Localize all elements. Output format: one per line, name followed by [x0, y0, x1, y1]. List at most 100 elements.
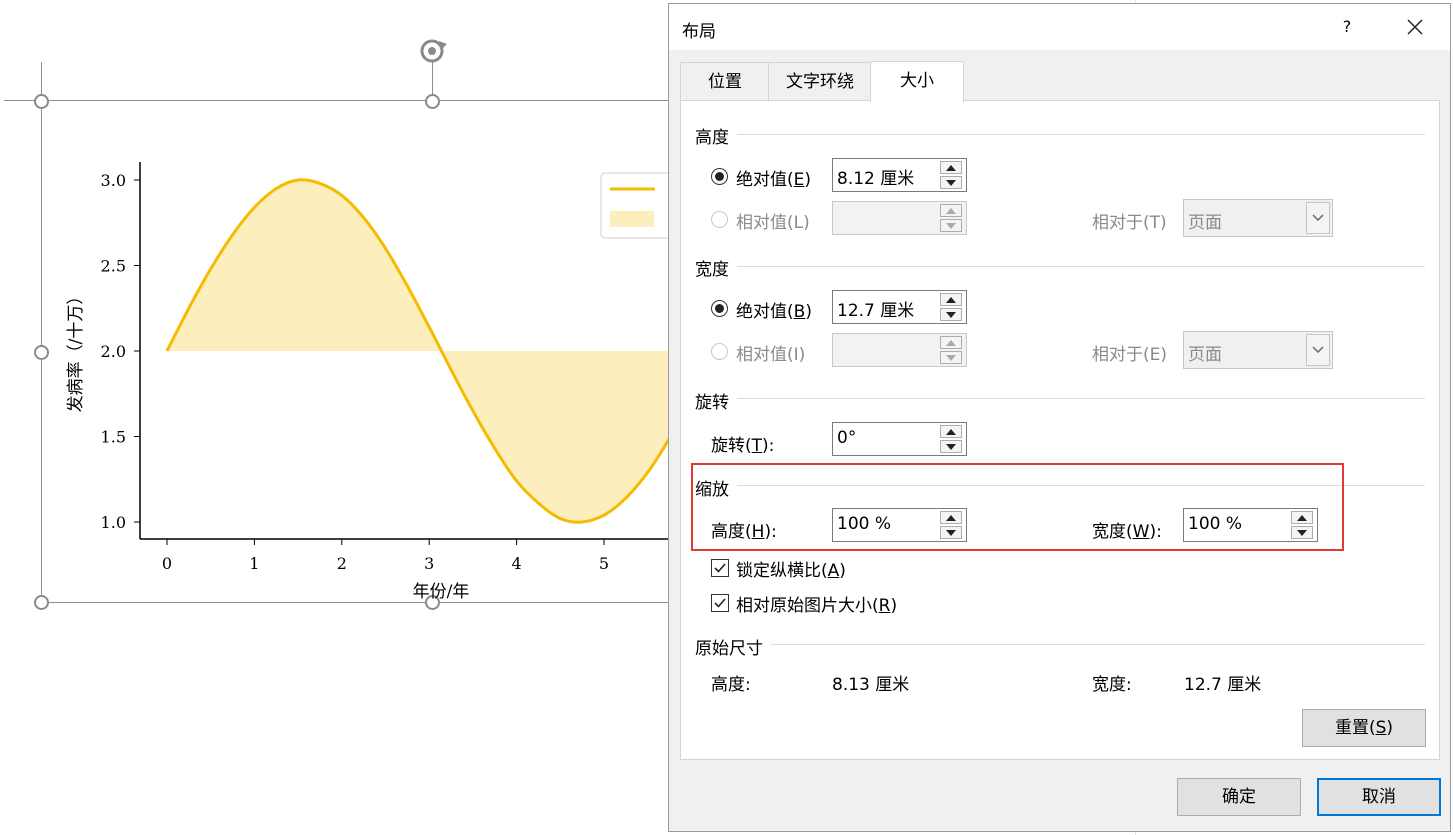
- width-absolute-down-arrow[interactable]: [940, 308, 962, 321]
- rotation-down-arrow[interactable]: [940, 440, 962, 453]
- x-tick-label: 2: [337, 554, 347, 573]
- height-absolute-up-arrow[interactable]: [940, 161, 962, 174]
- width-relative-to-dropdown[interactable]: [1306, 334, 1330, 366]
- rotation-up-arrow[interactable]: [940, 425, 962, 438]
- width-absolute-up-arrow[interactable]: [940, 293, 962, 306]
- legend-fill-swatch: [610, 211, 654, 227]
- lock-aspect-ratio-label: 锁定纵横比(A): [736, 561, 846, 581]
- width-section-divider: [737, 266, 1425, 267]
- checkmark-icon: [714, 563, 726, 573]
- height-absolute-label: 绝对值(E): [736, 170, 812, 190]
- height-absolute-stepper[interactable]: 8.12 厘米: [832, 158, 967, 192]
- height-absolute-radio[interactable]: [711, 168, 728, 185]
- x-tick-label: 5: [599, 554, 609, 573]
- rotation-value: 0°: [837, 428, 857, 448]
- width-relative-label: 相对值(I): [736, 345, 806, 365]
- scale-width-down-arrow[interactable]: [1291, 526, 1313, 539]
- cancel-button[interactable]: 取消: [1317, 778, 1441, 816]
- reset-button[interactable]: 重置(S): [1302, 709, 1426, 747]
- width-section-title: 宽度: [695, 260, 729, 280]
- x-tick-label: 1: [249, 554, 259, 573]
- legend: [600, 172, 668, 239]
- height-relative-up-arrow[interactable]: [940, 204, 962, 217]
- width-relative-to-label: 相对于(E): [1092, 345, 1168, 365]
- legend-box: [600, 172, 668, 239]
- scale-width-label: 宽度(W):: [1092, 522, 1162, 542]
- original-size-section-divider: [771, 644, 1425, 645]
- height-relative-stepper[interactable]: [832, 201, 967, 235]
- tab-text-wrapping-label: 文字环绕: [786, 72, 854, 92]
- scale-width-stepper[interactable]: 100 %: [1183, 508, 1318, 542]
- y-tick-label: 1.5: [101, 428, 126, 447]
- series-fill-area: [167, 180, 668, 522]
- height-relative-to-select[interactable]: 页面: [1183, 199, 1333, 237]
- scale-width-value: 100 %: [1188, 514, 1243, 534]
- width-relative-up-arrow[interactable]: [940, 336, 962, 349]
- tab-position[interactable]: 位置: [680, 62, 770, 101]
- width-absolute-label: 绝对值(B): [736, 302, 812, 322]
- x-tick-label: 4: [512, 554, 522, 573]
- height-section-title: 高度: [695, 128, 729, 148]
- close-icon: [1407, 19, 1423, 35]
- tab-position-label: 位置: [708, 72, 742, 92]
- height-relative-to-value: 页面: [1188, 213, 1222, 233]
- relative-to-original-label: 相对原始图片大小(R): [736, 596, 898, 616]
- width-relative-down-arrow[interactable]: [940, 351, 962, 364]
- scale-section-title: 缩放: [695, 480, 729, 500]
- tab-size[interactable]: 大小: [870, 61, 964, 102]
- height-relative-radio[interactable]: [711, 211, 728, 228]
- rotation-label: 旋转(T):: [711, 436, 775, 456]
- help-button[interactable]: ?: [1334, 14, 1360, 40]
- relative-to-original-checkbox[interactable]: [711, 594, 729, 612]
- original-width-label: 宽度:: [1092, 675, 1132, 695]
- scale-height-down-arrow[interactable]: [940, 526, 962, 539]
- x-tick-label: 0: [162, 554, 172, 573]
- width-absolute-value: 12.7 厘米: [837, 301, 915, 321]
- ok-label: 确定: [1222, 787, 1256, 807]
- chart[interactable]: 0 1 2 3 4 5 1.0 1.5 2.0 2.5 3.0 年份/年 发病率（/十万）: [0, 0, 668, 620]
- height-relative-to-label: 相对于(T): [1092, 213, 1167, 233]
- original-width-value: 12.7 厘米: [1184, 675, 1262, 695]
- tab-size-label: 大小: [900, 71, 934, 91]
- chevron-down-icon: [1312, 214, 1324, 222]
- rotation-stepper[interactable]: 0°: [832, 422, 967, 456]
- rotation-section-title: 旋转: [695, 393, 729, 413]
- size-tab-panel: 高度 绝对值(E) 8.12 厘米 相对值(L) 相对于(T) 页面 宽度 绝对…: [680, 100, 1440, 760]
- lock-aspect-ratio-checkbox[interactable]: [711, 559, 729, 577]
- x-tick-label: 3: [424, 554, 434, 573]
- rotation-section-divider: [737, 398, 1425, 399]
- height-relative-down-arrow[interactable]: [940, 219, 962, 232]
- height-absolute-value: 8.12 厘米: [837, 169, 915, 189]
- original-height-label: 高度:: [711, 675, 751, 695]
- width-relative-to-select[interactable]: 页面: [1183, 331, 1333, 369]
- width-relative-radio[interactable]: [711, 343, 728, 360]
- close-button[interactable]: [1400, 12, 1430, 42]
- x-axis-title: 年份/年: [413, 582, 470, 602]
- scale-height-stepper[interactable]: 100 %: [832, 508, 967, 542]
- height-relative-to-dropdown[interactable]: [1306, 202, 1330, 234]
- layout-dialog: 布局 ? 位置 文字环绕 大小 高度 绝对值(E) 8.12 厘米 相对值(L): [668, 3, 1451, 832]
- height-relative-label: 相对值(L): [736, 213, 810, 233]
- y-tick-label: 2.5: [101, 257, 126, 276]
- original-height-value: 8.13 厘米: [832, 675, 910, 695]
- width-absolute-radio[interactable]: [711, 300, 728, 317]
- width-absolute-stepper[interactable]: 12.7 厘米: [832, 290, 967, 324]
- help-label: ?: [1342, 17, 1352, 36]
- height-absolute-down-arrow[interactable]: [940, 176, 962, 189]
- ok-button[interactable]: 确定: [1177, 778, 1301, 816]
- y-tick-label: 2.0: [101, 342, 126, 361]
- scale-height-value: 100 %: [837, 514, 892, 534]
- title-bar: 布局 ?: [669, 4, 1450, 50]
- y-axis-title: 发病率（/十万）: [66, 288, 86, 413]
- y-tick-label: 3.0: [101, 171, 126, 190]
- scale-width-up-arrow[interactable]: [1291, 511, 1313, 524]
- width-relative-stepper[interactable]: [832, 333, 967, 367]
- dialog-title: 布局: [682, 22, 716, 42]
- width-relative-to-value: 页面: [1188, 345, 1222, 365]
- scale-height-label: 高度(H):: [711, 522, 777, 542]
- tab-text-wrapping[interactable]: 文字环绕: [768, 62, 872, 101]
- height-section-divider: [737, 134, 1425, 135]
- scale-height-up-arrow[interactable]: [940, 511, 962, 524]
- cancel-label: 取消: [1362, 787, 1396, 807]
- scale-section-divider: [737, 485, 1425, 486]
